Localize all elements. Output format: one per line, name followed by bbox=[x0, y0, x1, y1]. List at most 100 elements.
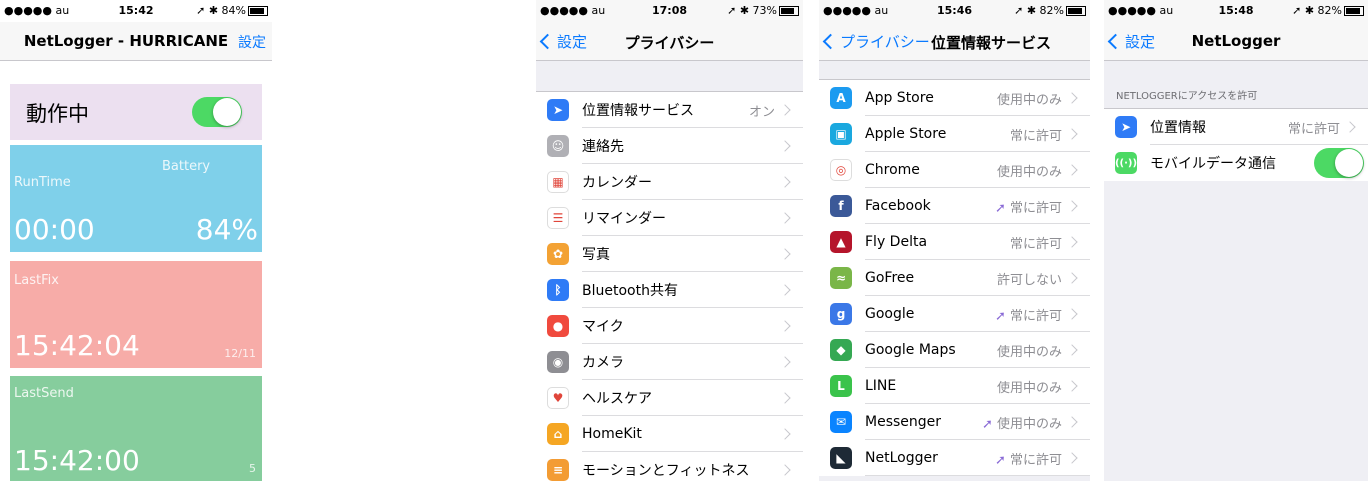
list-item[interactable]: ♥ ヘルスケア bbox=[536, 380, 803, 416]
lastsend-value: 15:42:00 bbox=[14, 444, 140, 477]
messenger-icon: ✉ bbox=[830, 411, 852, 433]
list-item[interactable]: ▦ カレンダー bbox=[536, 164, 803, 200]
list-item-value: 許可しない bbox=[997, 269, 1062, 288]
status-bar: ●●●●● au 15:48 ➚ ✱ 82% bbox=[1104, 0, 1368, 22]
list-item[interactable]: g Google ➚ 常に許可 bbox=[819, 296, 1090, 332]
chevron-right-icon bbox=[779, 356, 791, 368]
location-icon: ➤ bbox=[1115, 116, 1137, 138]
list-item[interactable]: ◆ Google Maps 使用中のみ bbox=[819, 332, 1090, 368]
list-item[interactable]: ☰ リマインダー bbox=[536, 200, 803, 236]
cellular-toggle[interactable] bbox=[1314, 148, 1364, 178]
list-item-label: Google Maps bbox=[865, 342, 956, 358]
lastfix-date: 12/11 bbox=[224, 347, 256, 360]
list-item-label: 位置情報サービス bbox=[582, 103, 694, 119]
list-item-value-text: 使用中のみ bbox=[996, 164, 1062, 180]
netlogger-permissions-list: ➤ 位置情報 常に許可 ((·)) モバイルデータ通信 bbox=[1104, 108, 1368, 181]
back-label: プライバシー bbox=[840, 33, 930, 51]
runtime-label: RunTime bbox=[14, 175, 71, 190]
list-item[interactable]: ✿ 写真 bbox=[536, 236, 803, 272]
location-arrow-icon: ➚ bbox=[994, 452, 1010, 468]
running-panel: 動作中 bbox=[10, 84, 262, 140]
page-title: プライバシー bbox=[624, 34, 715, 52]
location-arrow-icon: ➚ bbox=[994, 200, 1010, 216]
list-item-value: ➚ 常に許可 bbox=[995, 305, 1062, 324]
battery-percent: 84% bbox=[221, 4, 246, 17]
battery-value: 84% bbox=[195, 213, 258, 246]
location-icon: ➤ bbox=[547, 99, 569, 121]
battery-icon bbox=[248, 6, 268, 16]
chevron-right-icon bbox=[1066, 92, 1078, 104]
screen-netlogger-main: ●●●●● au 15:42 ➚ ✱ 84% NetLogger - HURRI… bbox=[0, 0, 272, 481]
list-item-label: Google bbox=[865, 306, 915, 322]
lastfix-tile: LastFix 15:42:04 12/11 bbox=[10, 261, 262, 368]
list-item-label: LINE bbox=[865, 378, 897, 394]
list-item-label: Bluetooth共有 bbox=[582, 283, 678, 299]
list-item-value: 使用中のみ bbox=[997, 341, 1062, 360]
list-item-label: モーションとフィットネス bbox=[582, 463, 750, 479]
list-item[interactable]: L LINE 使用中のみ bbox=[819, 368, 1090, 404]
list-item[interactable]: ≈ GoFree 許可しない bbox=[819, 260, 1090, 296]
camera-icon: ◉ bbox=[547, 351, 569, 373]
list-item[interactable]: ◣ NetLogger ➚ 常に許可 bbox=[819, 440, 1090, 476]
running-label: 動作中 bbox=[26, 102, 89, 126]
list-item[interactable]: ◎ Chrome 使用中のみ bbox=[819, 152, 1090, 188]
motion-icon: ≡ bbox=[547, 459, 569, 481]
gofree-icon: ≈ bbox=[830, 267, 852, 289]
list-item-label: ヘルスケア bbox=[582, 391, 652, 407]
lastfix-value: 15:42:04 bbox=[14, 329, 140, 362]
settings-button[interactable]: 設定 bbox=[238, 32, 266, 52]
privacy-list: ➤ 位置情報サービス オン ☺ 連絡先 ▦ カレンダー ☰ リマインダー ✿ 写真 ᛒ Bluetoot… bbox=[536, 91, 803, 481]
lastsend-label: LastSend bbox=[14, 386, 74, 401]
list-item-value: 使用中のみ bbox=[997, 89, 1062, 108]
delta-icon: ▲ bbox=[830, 231, 852, 253]
list-item-value-text: 常に許可 bbox=[1009, 308, 1062, 324]
location-label: 位置情報 bbox=[1150, 120, 1206, 136]
list-item-value: ➚ 使用中のみ bbox=[982, 413, 1062, 432]
status-bar: ●●●●● au 17:08 ➚ ✱ 73% bbox=[536, 0, 803, 22]
list-item[interactable]: ≡ モーションとフィットネス bbox=[536, 452, 803, 481]
battery-percent: 73% bbox=[752, 4, 777, 17]
chevron-right-icon bbox=[1066, 236, 1078, 248]
list-item[interactable]: ✉ Messenger ➚ 使用中のみ bbox=[819, 404, 1090, 440]
chevron-right-icon bbox=[779, 284, 791, 296]
homekit-icon: ⌂ bbox=[547, 423, 569, 445]
list-item[interactable]: ◉ カメラ bbox=[536, 344, 803, 380]
list-item[interactable]: ⌂ HomeKit bbox=[536, 416, 803, 452]
running-toggle[interactable] bbox=[192, 97, 242, 127]
back-button[interactable]: プライバシー bbox=[822, 31, 930, 52]
line-icon: L bbox=[830, 375, 852, 397]
list-item-label: HomeKit bbox=[582, 426, 642, 442]
calendar-icon: ▦ bbox=[547, 171, 569, 193]
lastfix-label: LastFix bbox=[14, 273, 59, 288]
battery-status: ➚ ✱ 84% bbox=[196, 4, 268, 17]
googlemaps-icon: ◆ bbox=[830, 339, 852, 361]
list-item-label: Fly Delta bbox=[865, 234, 928, 250]
chevron-right-icon bbox=[1066, 344, 1078, 356]
chevron-right-icon bbox=[1066, 416, 1078, 428]
chevron-right-icon bbox=[1066, 308, 1078, 320]
health-icon: ♥ bbox=[547, 387, 569, 409]
list-item-value-text: オン bbox=[748, 104, 775, 120]
list-item-label: カメラ bbox=[582, 355, 624, 371]
applestore-icon: ▣ bbox=[830, 123, 852, 145]
list-item[interactable]: ☺ 連絡先 bbox=[536, 128, 803, 164]
list-item[interactable]: ▲ Fly Delta 常に許可 bbox=[819, 224, 1090, 260]
chevron-right-icon bbox=[779, 176, 791, 188]
bluetooth-icon: ᛒ bbox=[547, 279, 569, 301]
list-item-value: 使用中のみ bbox=[997, 377, 1062, 396]
runtime-tile: Battery RunTime 00:00 84% bbox=[10, 145, 262, 252]
list-item-value: オン bbox=[749, 101, 775, 120]
list-item[interactable]: f Facebook ➚ 常に許可 bbox=[819, 188, 1090, 224]
location-arrow-icon: ➚ bbox=[994, 308, 1010, 324]
list-item[interactable]: A App Store 使用中のみ bbox=[819, 80, 1090, 116]
chevron-right-icon bbox=[1066, 380, 1078, 392]
list-item[interactable]: ▣ Apple Store 常に許可 bbox=[819, 116, 1090, 152]
location-value: 常に許可 bbox=[1287, 121, 1340, 137]
list-item[interactable]: ➤ 位置情報サービス オン bbox=[536, 92, 803, 128]
list-item[interactable]: ᛒ Bluetooth共有 bbox=[536, 272, 803, 308]
location-row[interactable]: ➤ 位置情報 常に許可 bbox=[1104, 109, 1368, 145]
list-item-value-text: 常に許可 bbox=[1009, 452, 1062, 468]
list-item-value: 常に許可 bbox=[1010, 233, 1062, 252]
chevron-right-icon bbox=[1066, 272, 1078, 284]
list-item[interactable]: ● マイク bbox=[536, 308, 803, 344]
